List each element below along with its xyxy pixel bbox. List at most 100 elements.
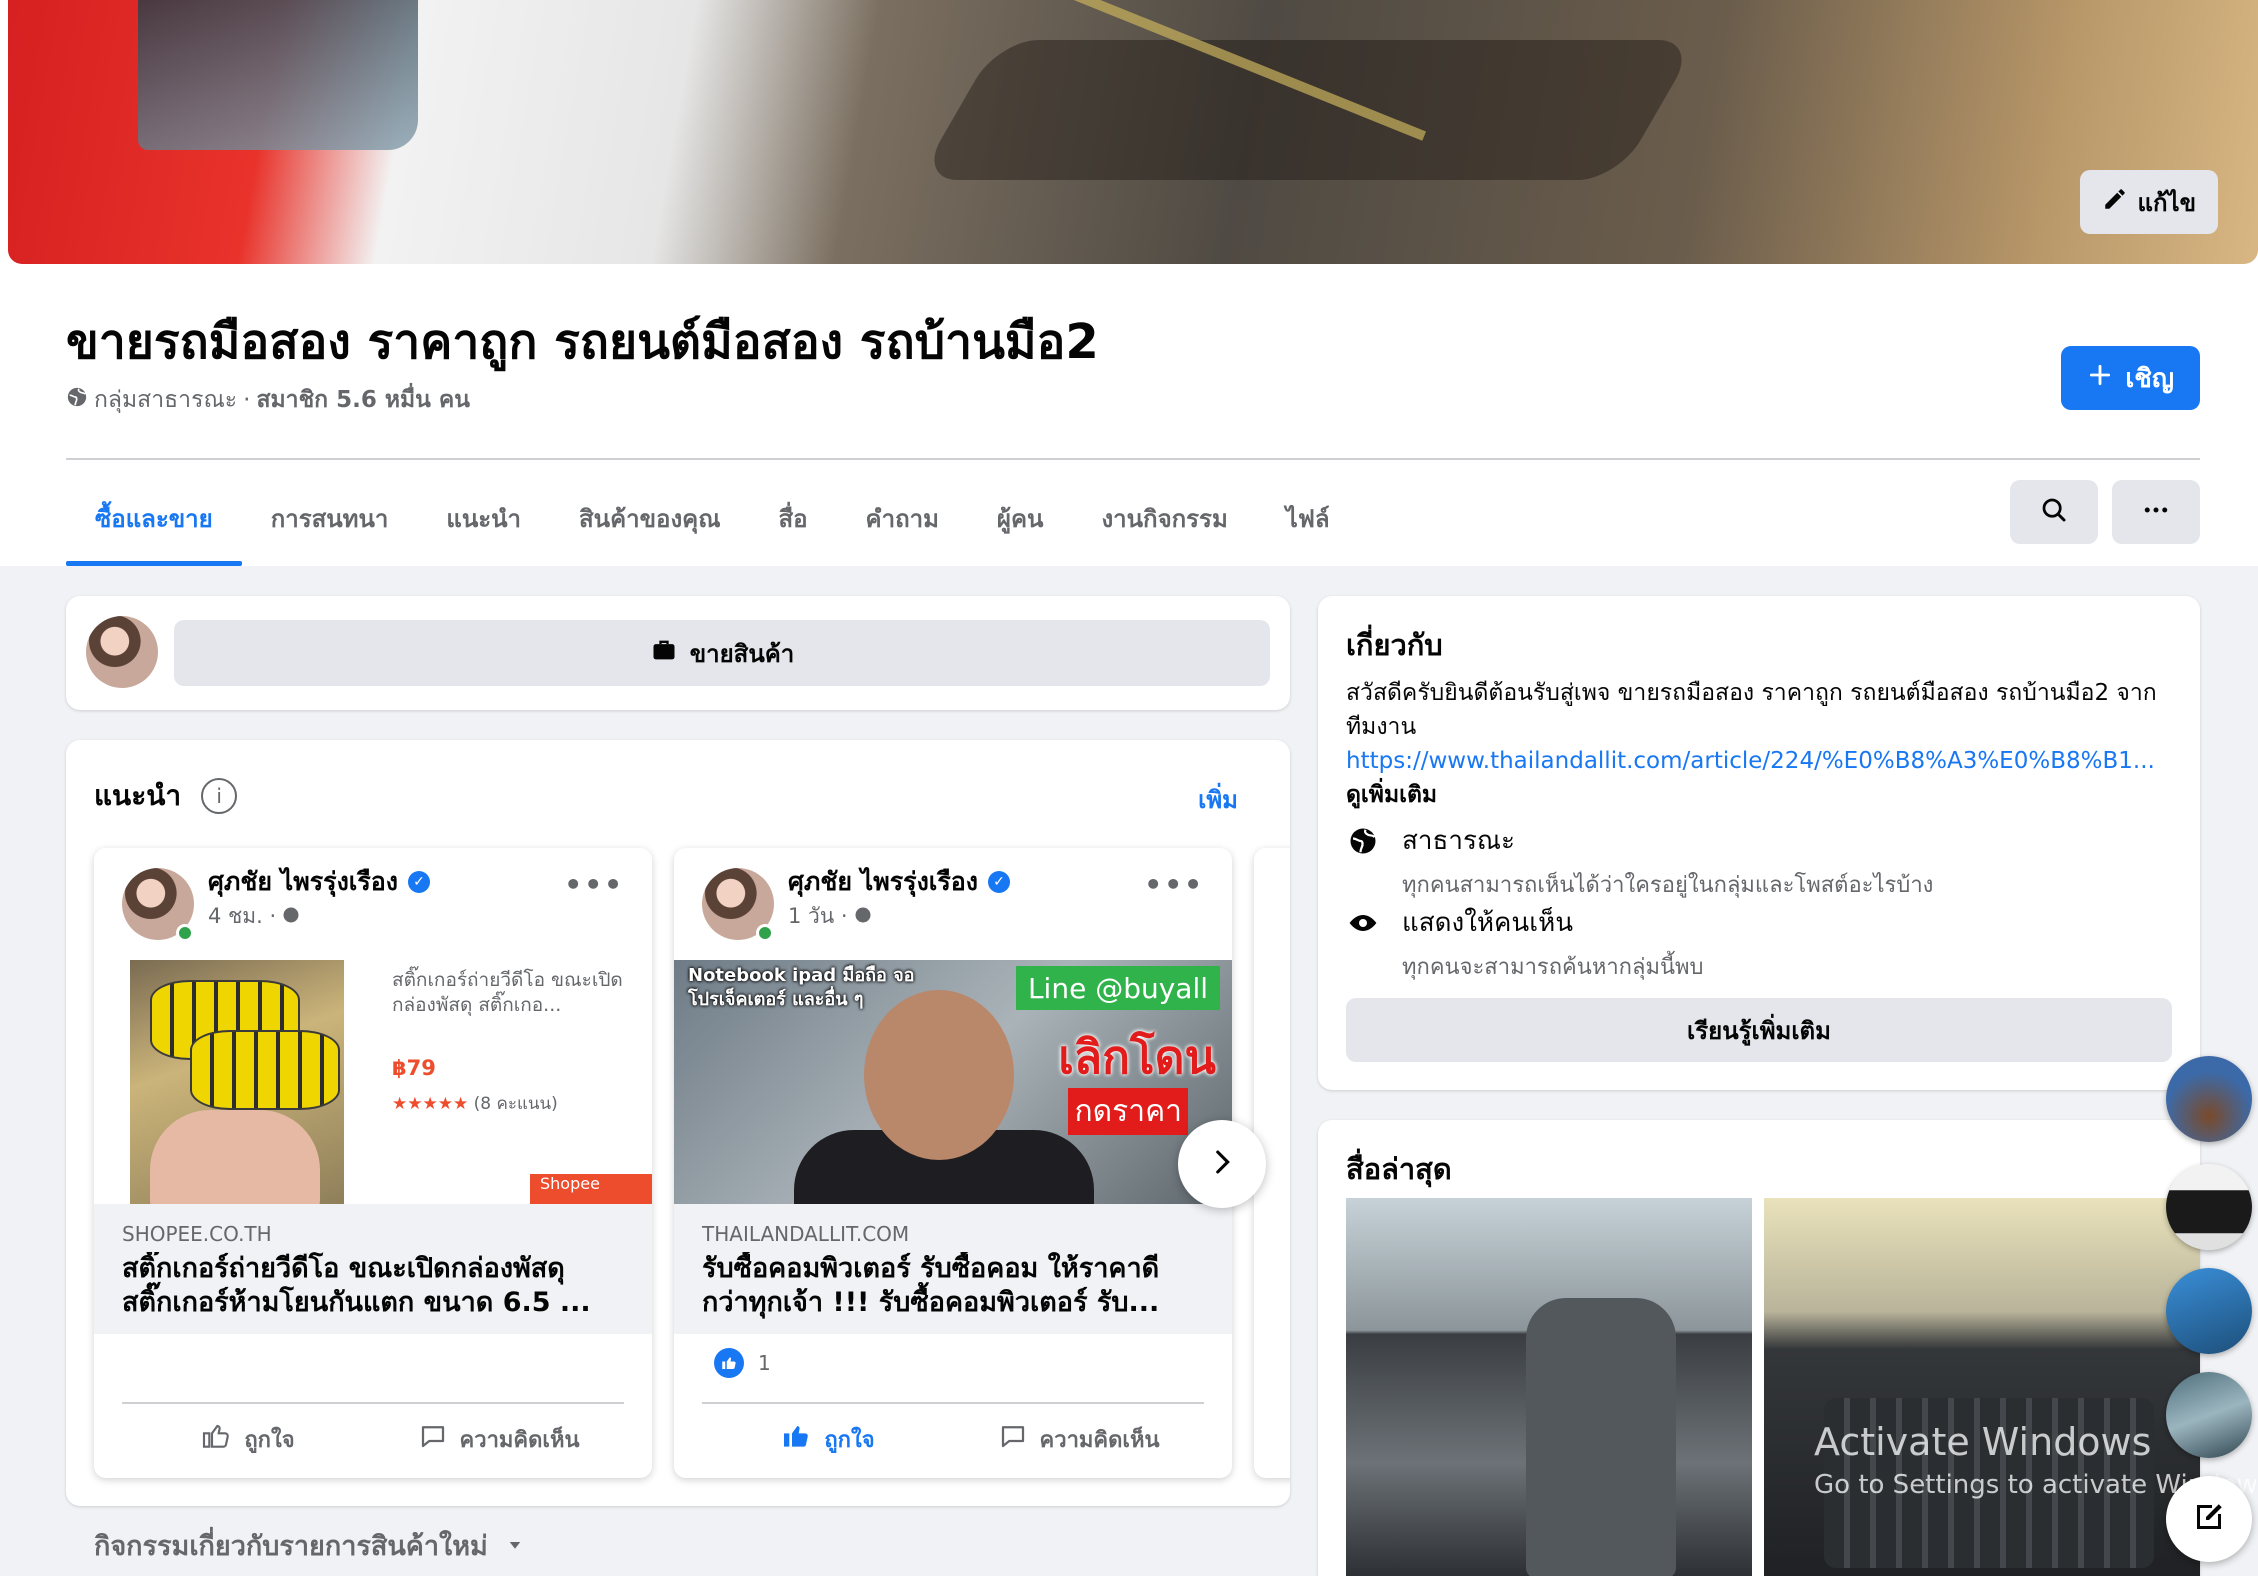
pencil-icon	[2102, 186, 2128, 218]
post-actions: ถูกใจ ความคิดเห็น	[702, 1414, 1204, 1464]
online-status-icon	[176, 924, 194, 942]
person-face	[864, 990, 1014, 1160]
comment-button[interactable]: ความคิดเห็น	[373, 1414, 624, 1464]
recent-media-section: สื่อล่าสุด	[1318, 1120, 2200, 1576]
watermark-title: Activate Windows	[1814, 1420, 2152, 1464]
eye-icon	[1346, 906, 1380, 940]
privacy-description: ทุกคนสามารถเห็นได้ว่าใครอยู่ในกลุ่มและโพ…	[1402, 873, 1934, 898]
recommended-more-link[interactable]: เพิ่ม	[1198, 780, 1238, 819]
like-label: ถูกใจ	[824, 1427, 875, 1453]
tab-people[interactable]: ผู้คน	[968, 470, 1073, 566]
like-button[interactable]: ถูกใจ	[702, 1414, 953, 1464]
search-button[interactable]	[2010, 480, 2098, 544]
about-section: เกี่ยวกับ สวัสดีครับยินดีต้อนรับสู่เพจ ข…	[1318, 596, 2200, 1090]
sell-item-button[interactable]: ขายสินค้า	[174, 620, 1270, 686]
tab-discussion[interactable]: การสนทนา	[242, 470, 418, 566]
chat-head-avatar[interactable]	[2166, 1268, 2252, 1354]
post-link-preview-image[interactable]: สติ๊กเกอร์ถ่ายวีดีโอ ขณะเปิดกล่องพัสดุ ส…	[94, 960, 652, 1204]
sell-composer: ขายสินค้า	[66, 596, 1290, 710]
member-count[interactable]: สมาชิก 5.6 หมื่น คน	[256, 382, 470, 418]
activity-filter[interactable]: กิจกรรมเกี่ยวกับรายการสินค้าใหม่	[94, 1524, 524, 1567]
cover-shadow	[917, 40, 1699, 180]
new-message-button[interactable]	[2166, 1476, 2252, 1562]
shopee-badge: Shopee	[530, 1174, 652, 1204]
visibility-info: แสดงให้คนเห็น ทุกคนจะสามารถค้นหากลุ่มนี้…	[1346, 902, 1703, 984]
invite-button[interactable]: เชิญ	[2061, 346, 2200, 410]
avatar[interactable]	[86, 616, 158, 688]
chat-head-avatar[interactable]	[2166, 1164, 2252, 1250]
thumbnail-caption-line: โปรเจ็คเตอร์ และอื่น ๆ	[688, 989, 864, 1010]
chat-head-avatar[interactable]	[2166, 1056, 2252, 1142]
post-timestamp[interactable]: 4 ชม. ·	[208, 900, 276, 933]
tab-media[interactable]: สื่อ	[749, 470, 836, 566]
tab-events[interactable]: งานกิจกรรม	[1072, 470, 1256, 566]
search-icon	[2039, 495, 2069, 529]
recommended-title: แนะนำ	[94, 779, 182, 812]
tab-featured[interactable]: แนะนำ	[417, 470, 550, 566]
group-title[interactable]: ขายรถมือสอง ราคาถูก รถยนต์มือสอง รถบ้านม…	[66, 304, 1099, 380]
thumbs-up-icon	[780, 1420, 812, 1458]
link-domain: THAILANDALLIT.COM	[702, 1222, 910, 1246]
comment-label: ความคิดเห็น	[1039, 1427, 1160, 1453]
tape-roll	[190, 1030, 340, 1110]
author-name[interactable]: ศุภชัย ไพรรุ่งเรือง	[208, 862, 398, 902]
like-reaction-icon	[714, 1348, 744, 1378]
group-tabs: ซื้อและขาย การสนทนา แนะนำ สินค้าของคุณ ส…	[66, 470, 1359, 566]
media-thumbnail[interactable]	[1346, 1198, 1752, 1576]
sell-item-label: ขายสินค้า	[689, 639, 795, 668]
globe-icon	[1346, 824, 1380, 858]
online-status-icon	[756, 924, 774, 942]
recent-media-title: สื่อล่าสุด	[1346, 1152, 1452, 1186]
verified-badge-icon: ✓	[407, 871, 430, 893]
header-divider	[66, 458, 2200, 460]
tab-buy-sell[interactable]: ซื้อและขาย	[66, 470, 242, 566]
recommended-section: แนะนำ i เพิ่ม ศุภชัย ไพรรุ่งเรือง ✓ 4 ชม…	[66, 740, 1290, 1506]
like-button[interactable]: ถูกใจ	[122, 1414, 373, 1464]
info-icon[interactable]: i	[201, 778, 238, 814]
comment-icon	[998, 1421, 1028, 1457]
edit-cover-button[interactable]: แก้ไข	[2079, 170, 2218, 234]
see-more-link[interactable]: ดูเพิ่มเติม	[1346, 782, 1437, 808]
media-thumbnail[interactable]	[1764, 1198, 2200, 1576]
about-description: สวัสดีครับยินดีต้อนรับสู่เพจ ขายรถมือสอง…	[1346, 676, 2176, 812]
learn-more-button[interactable]: เรียนรู้เพิ่มเติม	[1346, 998, 2172, 1062]
about-url-link[interactable]: https://www.thailandallit.com/article/22…	[1346, 748, 2155, 774]
post-time: 1 วัน ·	[788, 900, 872, 933]
globe-icon	[854, 905, 872, 929]
like-count: 1	[758, 1351, 771, 1375]
like-label: ถูกใจ	[244, 1427, 295, 1453]
about-title: เกี่ยวกับ	[1346, 628, 1443, 662]
caret-down-icon	[506, 1530, 524, 1561]
cover-photo: แก้ไข	[8, 0, 2258, 264]
tab-your-items[interactable]: สินค้าของคุณ	[550, 470, 749, 566]
carousel-next-button[interactable]	[1178, 1120, 1266, 1208]
ellipsis-icon	[2141, 495, 2171, 529]
link-preview[interactable]: SHOPEE.CO.TH สติ๊กเกอร์ถ่ายวีดีโอ ขณะเปิ…	[94, 1204, 652, 1334]
post-actions: ถูกใจ ความคิดเห็น	[122, 1414, 624, 1464]
reaction-summary[interactable]: 1	[714, 1348, 771, 1378]
comment-button[interactable]: ความคิดเห็น	[953, 1414, 1204, 1464]
link-title: สติ๊กเกอร์ถ่ายวีดีโอ ขณะเปิดกล่องพัสดุ ส…	[122, 1253, 591, 1318]
promo-subtext: กดราคา	[1068, 1088, 1188, 1135]
briefcase-icon	[650, 636, 678, 670]
globe-icon	[66, 386, 88, 414]
author-name[interactable]: ศุภชัย ไพรรุ่งเรือง	[788, 862, 978, 902]
recommended-post: ศุภชัย ไพรรุ่งเรือง ✓ 1 วัน · ••• Notebo…	[674, 848, 1232, 1478]
link-preview[interactable]: THAILANDALLIT.COM รับซื้อคอมพิวเตอร์ รับ…	[674, 1204, 1232, 1334]
tab-files[interactable]: ไฟล์	[1257, 470, 1359, 566]
about-description-text: สวัสดีครับยินดีต้อนรับสู่เพจ ขายรถมือสอง…	[1346, 680, 2157, 740]
car-seat	[1526, 1298, 1676, 1576]
tab-questions[interactable]: คำถาม	[837, 470, 968, 566]
comment-icon	[418, 1421, 448, 1457]
privacy-info: สาธารณะ ทุกคนสามารถเห็นได้ว่าใครอยู่ในกล…	[1346, 820, 1933, 902]
post-options-icon[interactable]: •••	[564, 868, 624, 901]
post-options-icon[interactable]: •••	[1144, 868, 1204, 901]
post-link-preview-image[interactable]: Notebook ipad มือถือ จอ โปรเจ็คเตอร์ และ…	[674, 960, 1232, 1204]
thumbnail-caption: Notebook ipad มือถือ จอ โปรเจ็คเตอร์ และ…	[688, 964, 914, 1012]
more-options-button[interactable]	[2112, 480, 2200, 544]
post-time: 4 ชม. ·	[208, 900, 300, 933]
post-timestamp[interactable]: 1 วัน ·	[788, 900, 848, 933]
compose-icon	[2191, 1499, 2227, 1539]
privacy-title: สาธารณะ	[1402, 826, 1515, 856]
privacy-label[interactable]: กลุ่มสาธารณะ	[94, 382, 237, 418]
